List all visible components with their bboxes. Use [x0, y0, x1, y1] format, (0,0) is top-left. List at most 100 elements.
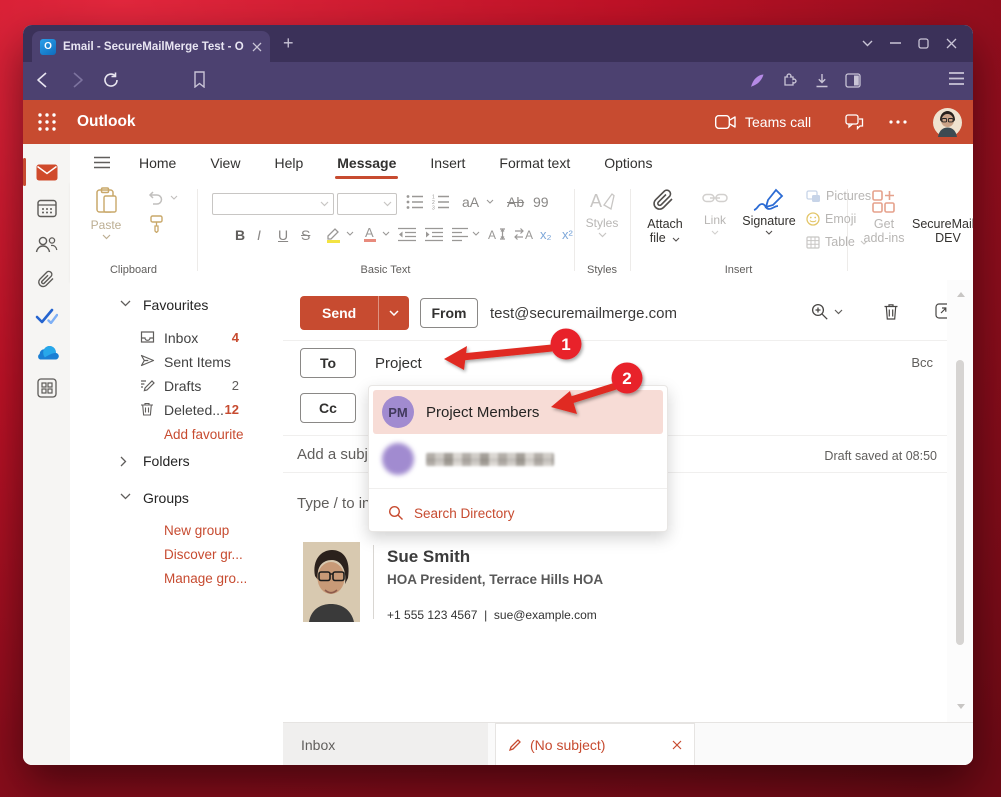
draft-tab-close-icon[interactable] [672, 740, 682, 750]
folders-header[interactable]: Folders [143, 453, 190, 469]
zoom-icon[interactable] [811, 303, 829, 321]
chat-icon[interactable] [845, 114, 864, 131]
rail-mail-icon[interactable] [23, 154, 70, 190]
tab-options[interactable]: Options [602, 151, 654, 175]
compose-scrollbar[interactable] [947, 280, 973, 722]
rail-attachments-icon[interactable] [23, 262, 70, 298]
change-case-chevron-icon[interactable] [486, 199, 494, 204]
text-direction-icon[interactable]: A [514, 226, 533, 242]
video-camera-icon[interactable] [715, 115, 736, 129]
numbered-list-icon[interactable]: 123 [432, 194, 450, 210]
cc-button[interactable]: Cc [300, 393, 356, 423]
tab-view[interactable]: View [208, 151, 242, 175]
tab-help[interactable]: Help [272, 151, 305, 175]
app-launcher-waffle-icon[interactable] [37, 112, 57, 132]
subject-field[interactable]: Add a subje [297, 446, 376, 463]
favourites-collapse-icon[interactable] [120, 300, 131, 307]
browser-menu-icon[interactable] [948, 71, 965, 86]
add-favourite-link[interactable]: Add favourite [164, 427, 244, 442]
emoji-button[interactable]: Emoji [806, 212, 856, 226]
highlight-chevron-icon[interactable] [346, 231, 354, 236]
tab-close-icon[interactable] [252, 42, 262, 52]
folder-pane-toggle-icon[interactable] [93, 156, 111, 169]
groups-header[interactable]: Groups [143, 490, 189, 506]
back-icon[interactable] [35, 72, 51, 88]
manage-groups-link[interactable]: Manage gro... [164, 571, 247, 586]
folder-drafts[interactable]: Drafts [164, 378, 201, 394]
undo-button[interactable] [146, 191, 164, 205]
folders-expand-icon[interactable] [120, 456, 127, 467]
securemailmerge-addin-button[interactable]: SecureMailMeDEV [912, 217, 973, 245]
rail-calendar-icon[interactable] [23, 190, 70, 226]
new-group-link[interactable]: New group [164, 523, 229, 538]
format-painter-icon[interactable] [150, 215, 163, 233]
line-spacing-icon[interactable]: A [488, 226, 506, 242]
link-button[interactable]: Link [696, 191, 734, 235]
window-maximize-icon[interactable] [909, 30, 937, 56]
window-close-icon[interactable] [937, 30, 965, 56]
align-button[interactable] [452, 227, 468, 242]
italic-button[interactable]: I [257, 227, 261, 243]
scroll-down-icon[interactable] [957, 704, 965, 709]
signature-button[interactable]: Signature [738, 187, 800, 235]
scrollbar-thumb[interactable] [956, 360, 964, 645]
bullet-list-icon[interactable] [406, 194, 424, 210]
change-case-button[interactable]: aA [462, 194, 479, 210]
rail-todo-icon[interactable] [23, 298, 70, 334]
to-input-value[interactable]: Project [375, 355, 422, 372]
extensions-icon[interactable] [781, 73, 797, 89]
discover-groups-link[interactable]: Discover gr... [164, 547, 243, 562]
favourites-header[interactable]: Favourites [143, 297, 208, 313]
suggestion-redacted-contact[interactable] [373, 437, 663, 481]
highlight-color-button[interactable] [325, 226, 342, 243]
quote-button[interactable]: 99 [533, 194, 549, 210]
forward-icon[interactable] [69, 72, 85, 88]
outlook-brand[interactable]: Outlook [77, 113, 136, 131]
from-button[interactable]: From [420, 298, 478, 328]
account-avatar[interactable] [933, 108, 962, 137]
to-button[interactable]: To [300, 348, 356, 378]
tab-message[interactable]: Message [335, 151, 398, 175]
align-chevron-icon[interactable] [472, 231, 480, 236]
reload-icon[interactable] [103, 72, 119, 88]
inbox-bottom-tab[interactable]: Inbox [283, 723, 488, 765]
clear-formatting-button[interactable]: Ab [507, 194, 524, 210]
draft-bottom-tab[interactable]: (No subject) [495, 723, 695, 765]
more-options-icon[interactable] [889, 120, 907, 124]
rail-people-icon[interactable] [23, 226, 70, 262]
superscript-button[interactable]: x² [562, 227, 573, 242]
bcc-toggle[interactable]: Bcc [911, 355, 933, 370]
send-button[interactable]: Send [300, 296, 379, 330]
font-color-button[interactable]: A [362, 225, 378, 243]
font-name-select[interactable] [212, 193, 334, 215]
styles-button[interactable]: A Styles [574, 189, 630, 238]
rail-onedrive-icon[interactable] [23, 334, 70, 370]
sidebar-icon[interactable] [845, 73, 861, 88]
tab-home[interactable]: Home [137, 151, 178, 175]
brave-leo-feather-icon[interactable] [749, 73, 765, 89]
downloads-icon[interactable] [814, 73, 830, 89]
subscript-button[interactable]: x₂ [540, 227, 552, 242]
attach-file-button[interactable]: Attachfile [640, 189, 690, 245]
tab-format-text[interactable]: Format text [497, 151, 572, 175]
underline-button[interactable]: U [278, 227, 288, 243]
bookmark-icon[interactable] [193, 71, 206, 88]
send-options-chevron-icon[interactable] [379, 296, 409, 330]
scroll-up-icon[interactable] [957, 292, 965, 297]
paste-button[interactable]: Paste [82, 187, 130, 240]
rail-more-apps-icon[interactable] [23, 370, 70, 406]
window-menu-chevron-icon[interactable] [853, 30, 881, 56]
groups-collapse-icon[interactable] [120, 493, 131, 500]
get-addins-button[interactable]: Getadd-ins [856, 189, 912, 245]
folder-deleted-items[interactable]: Deleted... [164, 402, 224, 418]
font-color-chevron-icon[interactable] [382, 231, 390, 236]
bold-button[interactable]: B [235, 227, 245, 243]
zoom-chevron-icon[interactable] [834, 309, 843, 315]
new-tab-button[interactable]: + [283, 33, 294, 54]
message-body-placeholder[interactable]: Type / to ins [297, 495, 378, 512]
decrease-indent-icon[interactable] [398, 227, 416, 242]
window-minimize-icon[interactable] [881, 30, 909, 56]
discard-trash-icon[interactable] [883, 303, 899, 320]
font-size-select[interactable] [337, 193, 397, 215]
send-split-button[interactable]: Send [300, 296, 409, 330]
